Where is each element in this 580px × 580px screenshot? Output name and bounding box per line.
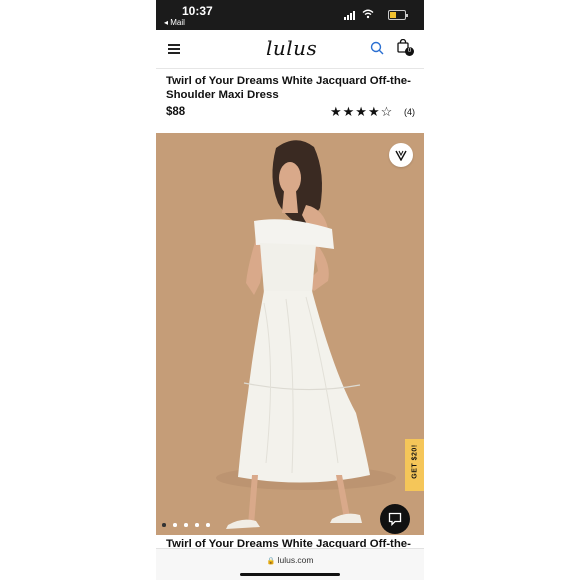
product-image-carousel[interactable]: GET $20! xyxy=(156,133,424,535)
menu-icon[interactable] xyxy=(168,44,180,54)
carousel-dot[interactable] xyxy=(173,523,177,527)
carousel-dot[interactable] xyxy=(206,523,210,527)
signal-icon xyxy=(344,8,358,20)
url-label: lulus.com xyxy=(277,555,314,565)
lock-icon: 🔒 xyxy=(266,558,276,565)
rating-stars[interactable]: ★★★★☆ xyxy=(330,104,393,120)
carousel-dot[interactable] xyxy=(184,523,188,527)
back-to-mail-link[interactable]: ◂ Mail xyxy=(164,18,185,27)
status-icons xyxy=(344,8,408,20)
wifi-icon xyxy=(362,9,374,19)
heart-v-icon xyxy=(395,150,407,161)
site-header: lulus 0 xyxy=(156,30,424,68)
phone-screen: 10:37 ◂ Mail lulus 0 Twirl of Your Dream… xyxy=(156,0,424,580)
cart-count-badge: 0 xyxy=(405,47,414,56)
search-icon[interactable] xyxy=(370,41,384,55)
chat-button[interactable] xyxy=(380,504,410,534)
product-price: $88 xyxy=(166,106,186,118)
promo-tab-label: GET $20! xyxy=(411,444,419,479)
favorite-button[interactable] xyxy=(389,143,413,167)
product-title: Twirl of Your Dreams White Jacquard Off-… xyxy=(166,75,411,101)
header-divider xyxy=(156,68,424,69)
carousel-dot[interactable] xyxy=(195,523,199,527)
status-time: 10:37 xyxy=(182,4,213,18)
carousel-dot[interactable] xyxy=(162,523,166,527)
status-bar: 10:37 ◂ Mail xyxy=(156,0,424,30)
browser-url-bar[interactable]: 🔒 lulus.com xyxy=(156,548,424,580)
product-photo xyxy=(156,133,424,535)
url-text[interactable]: 🔒 lulus.com xyxy=(156,555,424,565)
promo-tab[interactable]: GET $20! xyxy=(405,439,424,491)
battery-icon xyxy=(388,10,408,20)
review-count[interactable]: (4) xyxy=(404,107,415,117)
chat-icon xyxy=(388,512,402,526)
home-indicator[interactable] xyxy=(240,573,340,576)
site-logo[interactable]: lulus xyxy=(266,36,317,60)
